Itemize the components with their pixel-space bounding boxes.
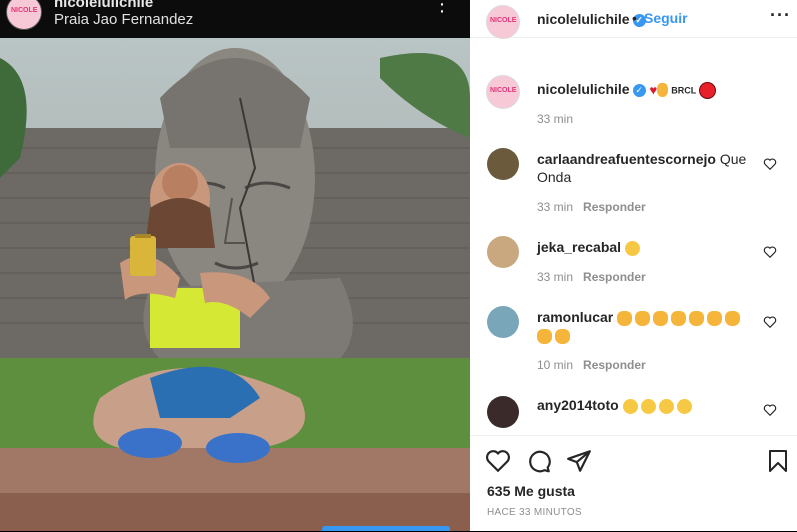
caption-avatar[interactable] bbox=[486, 75, 520, 109]
save-bookmark-icon[interactable] bbox=[766, 448, 790, 474]
comment-bubble-icon[interactable] bbox=[526, 448, 552, 474]
comment-avatar[interactable] bbox=[487, 236, 519, 268]
comment-meta: 33 min Responder bbox=[537, 270, 646, 284]
post-photo[interactable] bbox=[0, 38, 470, 531]
comment-time[interactable]: 10 min bbox=[537, 358, 573, 372]
comment-text: any2014toto bbox=[537, 396, 752, 414]
like-comment-heart-icon[interactable] bbox=[763, 157, 777, 171]
avatar-text: NICOLE bbox=[11, 7, 38, 14]
comment-meta: 33 min Responder bbox=[537, 200, 646, 214]
comment-username[interactable]: ramonlucar bbox=[537, 309, 613, 325]
clap-icon bbox=[725, 310, 741, 326]
comment-avatar[interactable] bbox=[487, 148, 519, 180]
caption-text: nicolelulichile ✓ ♥ BRCL bbox=[537, 80, 752, 99]
overlay-avatar[interactable]: NICOLE bbox=[6, 0, 42, 30]
comment-time[interactable]: 33 min bbox=[537, 270, 573, 284]
sad-face-icon bbox=[658, 398, 674, 414]
reply-button[interactable]: Responder bbox=[583, 200, 646, 214]
follow-button[interactable]: Seguir bbox=[644, 10, 688, 26]
clap-icon bbox=[555, 328, 570, 344]
red-circle-icon bbox=[699, 81, 717, 99]
overlay-more-icon[interactable]: ··· bbox=[436, 0, 448, 21]
sad-face-icon bbox=[622, 398, 638, 414]
header-separator: • bbox=[632, 10, 637, 26]
broken-heart-icon: ♥ bbox=[649, 82, 658, 98]
post-header: nicolelulichile✓ • Seguir ··· bbox=[470, 0, 797, 39]
post-timestamp[interactable]: HACE 33 MINUTOS bbox=[487, 507, 582, 518]
comment-text: ramonlucar bbox=[537, 308, 752, 344]
post-actions: 635 Me gusta HACE 33 MINUTOS bbox=[470, 435, 797, 532]
post-media-panel: NICOLE nicolelulichile Praia Jao Fernand… bbox=[0, 0, 470, 531]
post-top-overlay: NICOLE nicolelulichile Praia Jao Fernand… bbox=[0, 0, 470, 38]
more-options-icon[interactable]: ··· bbox=[770, 5, 791, 26]
clap-icon bbox=[689, 310, 705, 326]
brcl-label: BRCL bbox=[671, 85, 697, 96]
comment-avatar[interactable] bbox=[487, 396, 519, 428]
like-comment-heart-icon[interactable] bbox=[763, 403, 777, 417]
clap-icon bbox=[707, 310, 723, 326]
header-username[interactable]: nicolelulichile bbox=[537, 11, 630, 27]
like-comment-heart-icon[interactable] bbox=[763, 245, 777, 259]
share-paper-plane-icon[interactable] bbox=[566, 448, 592, 474]
comment-username[interactable]: carlaandreafuentescornejo bbox=[537, 151, 716, 167]
comment-avatar[interactable] bbox=[487, 306, 519, 338]
clap-icon bbox=[617, 310, 633, 326]
comment-text: carlaandreafuentescornejo Que Onda bbox=[537, 150, 752, 186]
clap-icon bbox=[671, 310, 687, 326]
reply-button[interactable]: Responder bbox=[583, 270, 646, 284]
header-username-wrap[interactable]: nicolelulichile ✓ bbox=[537, 11, 646, 27]
caption-time[interactable]: 33 min bbox=[537, 112, 573, 126]
clap-icon bbox=[653, 310, 669, 326]
sad-face-icon bbox=[640, 398, 656, 414]
comment-time[interactable]: 33 min bbox=[537, 200, 573, 214]
overlay-username[interactable]: nicolelulichile bbox=[54, 0, 153, 11]
like-comment-heart-icon[interactable] bbox=[763, 315, 777, 329]
clap-icon bbox=[635, 310, 651, 326]
clap-icon bbox=[537, 328, 552, 344]
comment-username[interactable]: any2014toto bbox=[537, 397, 619, 413]
header-avatar[interactable] bbox=[486, 5, 520, 39]
like-heart-icon[interactable] bbox=[485, 448, 511, 474]
comment-text: jeka_recabal bbox=[537, 238, 752, 256]
comment-meta: 10 min Responder bbox=[537, 358, 646, 372]
hand-icon bbox=[657, 83, 669, 98]
verified-icon: ✓ bbox=[632, 83, 646, 97]
caption-meta: 33 min bbox=[537, 112, 573, 126]
caption-username[interactable]: nicolelulichile bbox=[537, 81, 630, 97]
photo-bottom-button[interactable] bbox=[322, 526, 450, 531]
post-sidebar: nicolelulichile✓ • Seguir ··· nicoleluli… bbox=[470, 0, 797, 531]
reply-button[interactable]: Responder bbox=[583, 358, 646, 372]
overlay-location[interactable]: Praia Jao Fernandez bbox=[54, 11, 193, 28]
comment-username[interactable]: jeka_recabal bbox=[537, 239, 621, 255]
thinking-face-icon bbox=[624, 240, 640, 256]
sad-face-icon bbox=[676, 398, 692, 414]
like-count[interactable]: 635 Me gusta bbox=[487, 483, 575, 499]
